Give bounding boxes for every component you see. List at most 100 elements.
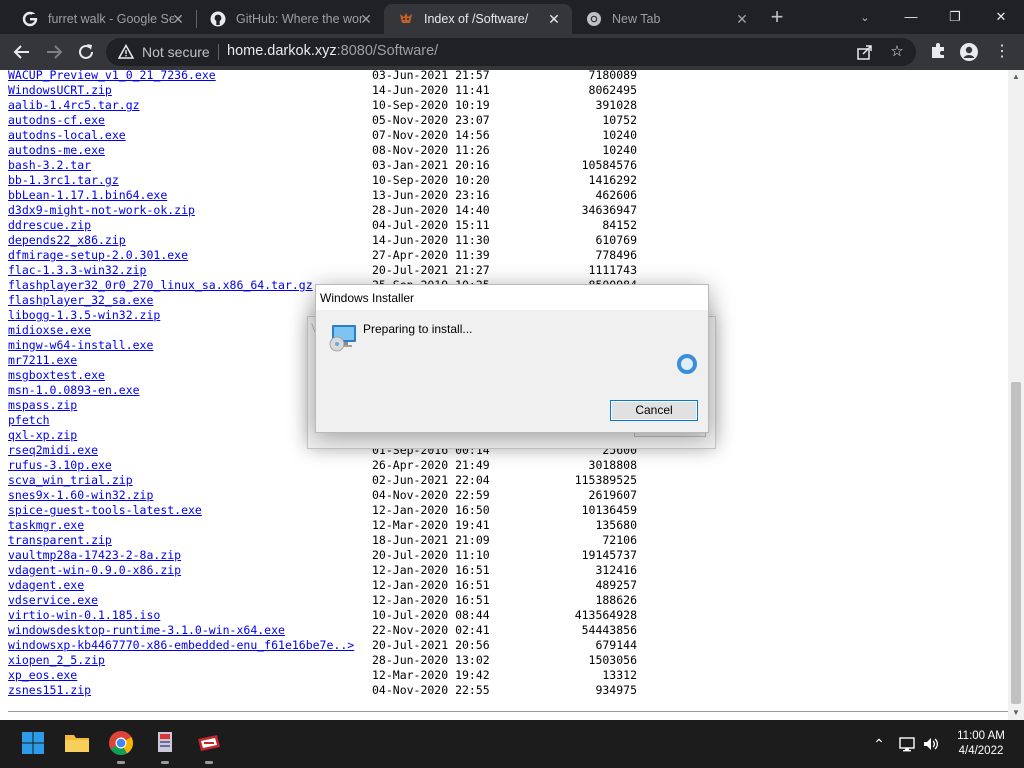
tab-index-software[interactable]: Index of /Software/ ✕ [384,4,572,34]
file-link[interactable]: vdagent-win-0.9.0-x86.zip [8,563,181,578]
file-link[interactable]: snes9x-1.60-win32.zip [8,488,153,503]
running-indicator [117,761,125,764]
file-link[interactable]: WindowsUCRT.zip [8,83,112,98]
bookmark-star-icon[interactable]: ☆ [888,43,906,61]
file-link[interactable]: pfetch [8,413,50,428]
file-date: 20-Jul-2021 21:27 [372,263,490,277]
reload-button[interactable] [74,40,98,64]
menu-kebab-icon[interactable]: ⋮ [992,42,1012,62]
cancel-button[interactable]: Cancel [610,400,698,421]
file-link[interactable]: d3dx9-might-not-work-ok.zip [8,203,195,218]
scroll-thumb[interactable] [1011,382,1021,704]
file-link[interactable]: midioxse.exe [8,323,91,338]
file-date: 02-Jun-2021 22:04 [372,473,490,487]
file-link[interactable]: windowsdesktop-runtime-3.1.0-win-x64.exe [8,623,285,638]
file-link[interactable]: bbLean-1.17.1.bin64.exe [8,188,167,203]
file-link[interactable]: autodns-me.exe [8,143,105,158]
back-button[interactable] [10,40,34,64]
share-icon[interactable] [856,43,874,61]
file-size: 610769 [595,233,637,247]
file-link[interactable]: vdagent.exe [8,578,84,593]
file-link[interactable]: rseq2midi.exe [8,443,98,458]
file-link[interactable]: taskmgr.exe [8,518,84,533]
url-text[interactable]: home.darkok.xyz:8080/Software/ [227,43,438,59]
site-icon [398,11,414,27]
address-bar[interactable]: Not secure home.darkok.xyz:8080/Software… [106,38,916,66]
file-link[interactable]: zsnes151.zip [8,683,91,698]
file-link[interactable]: msgboxtest.exe [8,368,105,383]
file-link[interactable]: transparent.zip [8,533,112,548]
file-link[interactable]: flac-1.3.3-win32.zip [8,263,146,278]
tab-new-tab[interactable]: New Tab ✕ [572,4,760,34]
tab-google[interactable]: furret walk - Google Se ✕ [8,4,196,34]
file-link[interactable]: ddrescue.zip [8,218,91,233]
restore-icon[interactable]: ❐ [944,6,966,28]
extensions-icon[interactable] [928,42,948,62]
new-tab-button[interactable]: + [766,6,788,29]
file-link[interactable]: dfmirage-setup-2.0.301.exe [8,248,188,263]
file-link[interactable]: depends22_x86.zip [8,233,126,248]
file-link[interactable]: aalib-1.4rc5.tar.gz [8,98,140,113]
chrome-taskbar-button[interactable] [106,728,136,764]
tab-title: New Tab [612,12,661,26]
file-link[interactable]: rufus-3.10p.exe [8,458,112,473]
file-link[interactable]: vaultmp28a-17423-2-8a.zip [8,548,181,563]
file-link[interactable]: autodns-local.exe [8,128,126,143]
scroll-up-arrow-icon[interactable]: ▲ [1008,70,1024,84]
close-icon[interactable]: ✕ [358,11,374,27]
file-size: 10136459 [581,503,637,517]
file-link[interactable]: windowsxp-kb4467770-x86-embedded-enu_f61… [8,638,354,653]
warning-icon[interactable] [117,43,135,60]
arrow-right-icon [47,45,63,59]
loading-spinner-icon [677,354,697,374]
file-date: 28-Jun-2020 14:40 [372,203,490,217]
not-secure-label[interactable]: Not secure [142,44,210,60]
close-icon[interactable]: ✕ [734,11,750,27]
chevron-up-icon[interactable]: ⌃ [870,735,888,753]
file-link[interactable]: qxl-xp.zip [8,428,77,443]
file-link[interactable]: WACUP_Preview_v1_0_21_7236.exe [8,70,216,83]
file-date: 08-Nov-2020 11:26 [372,143,490,157]
system-clock[interactable]: 11:00 AM 4/4/2022 [946,729,1016,759]
file-link[interactable]: mr7211.exe [8,353,77,368]
file-size: 312416 [595,563,637,577]
close-window-icon[interactable]: ✕ [990,6,1012,28]
close-icon[interactable]: ✕ [170,11,186,27]
file-link[interactable]: bb-1.3rc1.tar.gz [8,173,119,188]
file-link[interactable]: flashplayer32_0r0_270_linux_sa.x86_64.ta… [8,278,313,293]
file-link[interactable]: flashplayer_32_sa.exe [8,293,153,308]
volume-icon[interactable] [922,735,940,753]
app-taskbar-button-2[interactable] [194,728,224,764]
scroll-down-arrow-icon[interactable]: ▼ [1008,706,1024,720]
file-date: 26-Apr-2020 21:49 [372,458,490,472]
tab-search-icon[interactable]: ⌄ [856,9,874,27]
file-link[interactable]: virtio-win-0.1.185.iso [8,608,160,623]
profile-icon[interactable] [959,42,979,62]
file-size: 3018808 [588,458,637,472]
file-size: 679144 [595,638,637,652]
start-button[interactable] [18,728,48,758]
file-size: 1111743 [588,263,637,277]
app-taskbar-button-1[interactable] [150,728,180,764]
file-link[interactable]: libogg-1.3.5-win32.zip [8,308,160,323]
file-link[interactable]: autodns-cf.exe [8,113,105,128]
file-link[interactable]: mingw-w64-install.exe [8,338,153,353]
file-link[interactable]: vdservice.exe [8,593,98,608]
dialog-titlebar[interactable]: Windows Installer [316,285,708,310]
forward-button[interactable] [42,40,66,64]
file-link[interactable]: bash-3.2.tar [8,158,91,173]
file-link[interactable]: xiopen_2_5.zip [8,653,105,668]
file-link[interactable]: msn-1.0.0893-en.exe [8,383,140,398]
windows-logo-icon [22,732,44,754]
close-icon[interactable]: ✕ [546,11,562,27]
tab-github[interactable]: GitHub: Where the wor ✕ [196,4,384,34]
network-icon[interactable] [898,735,916,753]
file-link[interactable]: mspass.zip [8,398,77,413]
vertical-scrollbar[interactable]: ▲ ▼ [1008,70,1024,720]
file-explorer-button[interactable] [62,728,92,758]
file-link[interactable]: xp_eos.exe [8,668,77,683]
minimize-icon[interactable]: — [900,6,922,28]
file-link[interactable]: scva_win_trial.zip [8,473,133,488]
file-link[interactable]: spice-guest-tools-latest.exe [8,503,202,518]
file-date: 07-Nov-2020 14:56 [372,128,490,142]
